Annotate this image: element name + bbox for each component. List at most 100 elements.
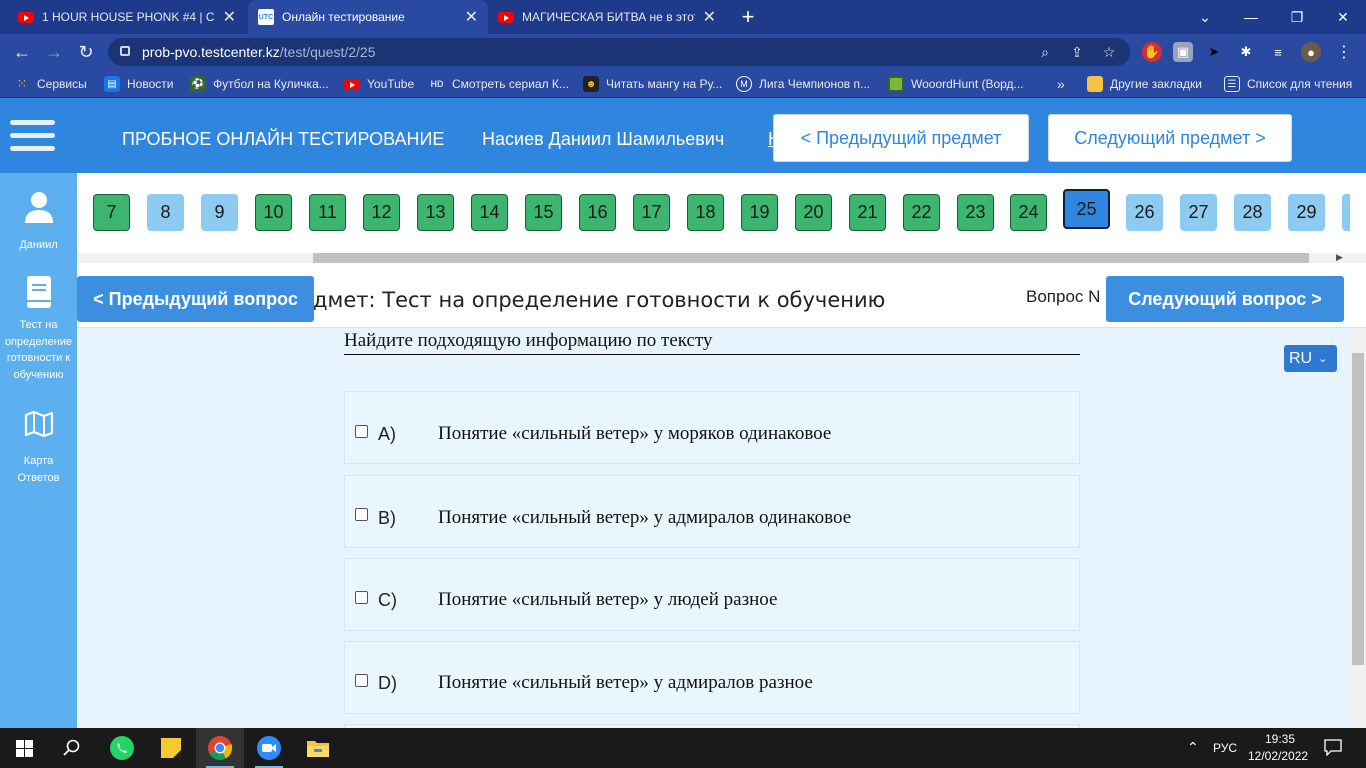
answer-checkbox[interactable] [355, 674, 368, 687]
close-icon[interactable]: ✕ [703, 7, 716, 27]
bookmark-item[interactable]: ⁙ Сервисы [14, 70, 87, 98]
answer-checkbox[interactable] [355, 591, 368, 604]
question-number-button[interactable]: 11 [309, 194, 346, 231]
sidebar-item-test[interactable]: Тест на определение готовности к обучени… [0, 275, 77, 383]
tray-expand-chevron-icon[interactable]: ⌃ [1187, 739, 1199, 756]
question-number-button[interactable]: 9 [201, 194, 238, 231]
file-explorer-icon[interactable] [294, 728, 342, 768]
address-bar[interactable]: prob-pvo.testcenter.kz/test/quest/2/25 ⌕… [108, 38, 1130, 66]
browser-tab-active[interactable]: UTC Онлайн тестирование ✕ [248, 0, 488, 34]
minimize-button[interactable]: — [1228, 0, 1274, 34]
question-number-button[interactable]: 18 [687, 194, 724, 231]
reading-list[interactable]: ☰ Список для чтения [1224, 70, 1352, 98]
forward-button[interactable]: → [40, 38, 68, 66]
adblock-extension-icon[interactable]: ✋ [1142, 42, 1162, 62]
answer-option[interactable]: B) Понятие «сильный ветер» у адмиралов о… [344, 475, 1080, 548]
bookmark-item[interactable]: M Лига Чемпионов п... [736, 70, 870, 98]
back-button[interactable]: ← [8, 38, 36, 66]
share-icon[interactable]: ⇪ [1066, 42, 1088, 62]
other-bookmarks[interactable]: Другие закладки [1087, 70, 1202, 98]
question-number-button[interactable]: 28 [1234, 194, 1271, 231]
bookmark-star-icon[interactable]: ☆ [1098, 42, 1120, 62]
scroll-right-arrow-icon[interactable]: ▶ [1336, 252, 1343, 263]
profile-avatar[interactable]: ● [1301, 42, 1321, 62]
question-number-button[interactable]: 16 [579, 194, 616, 231]
question-number-button[interactable]: 12 [363, 194, 400, 231]
bookmark-item[interactable]: WooordHunt (Ворд... [888, 70, 1024, 98]
question-instruction: Найдите подходящую информацию по тексту [344, 330, 1080, 355]
zoom-icon[interactable] [245, 728, 293, 768]
notifications-icon[interactable] [1324, 738, 1342, 759]
question-number-button[interactable]: 26 [1126, 194, 1163, 231]
extension-icon[interactable]: ▣ [1173, 42, 1193, 62]
question-number-button[interactable]: 7 [93, 194, 130, 231]
question-number-button[interactable]: 8 [147, 194, 184, 231]
question-number-button[interactable]: 23 [957, 194, 994, 231]
extensions-puzzle-icon[interactable]: ✱ [1236, 42, 1256, 62]
question-number-button[interactable]: 24 [1010, 194, 1047, 231]
question-number-button[interactable]: 14 [471, 194, 508, 231]
close-icon[interactable]: ✕ [223, 7, 236, 27]
bookmark-item[interactable]: ▤ Новости [104, 70, 173, 98]
zoom-icon[interactable]: ⌕ [1034, 42, 1056, 62]
sticky-notes-icon[interactable] [147, 728, 195, 768]
bookmark-item[interactable]: ⚽ Футбол на Куличка... [190, 70, 329, 98]
tab-title: 1 HOUR HOUSE PHONK #4 | Сбо [42, 10, 215, 24]
question-number-button[interactable]: 21 [849, 194, 886, 231]
close-window-button[interactable]: ✕ [1320, 0, 1366, 34]
question-number-button[interactable]: 29 [1288, 194, 1325, 231]
answer-checkbox[interactable] [355, 508, 368, 521]
answer-option[interactable]: D) Понятие «сильный ветер» у адмиралов р… [344, 641, 1080, 714]
maximize-button[interactable]: ❐ [1274, 0, 1320, 34]
bookmark-item[interactable]: YouTube [344, 70, 414, 98]
media-control-icon[interactable]: ≡ [1268, 42, 1288, 62]
bookmarks-overflow-button[interactable]: » [1057, 70, 1065, 98]
sidebar-item-user[interactable]: Даниил [0, 191, 77, 254]
bookmark-label: YouTube [367, 77, 415, 91]
sidebar-item-answer-map[interactable]: Карта Ответов [0, 411, 77, 486]
question-number-button[interactable]: 27 [1180, 194, 1217, 231]
clock-time[interactable]: 19:35 [1265, 732, 1295, 746]
previous-question-button[interactable]: < Предыдущий вопрос [77, 276, 314, 322]
question-number-button[interactable]: 15 [525, 194, 562, 231]
question-number-button[interactable]: 20 [795, 194, 832, 231]
horizontal-scrollbar-thumb[interactable] [313, 253, 1309, 263]
language-select[interactable]: RU ⌄ [1284, 345, 1337, 372]
question-number-button[interactable]: 19 [741, 194, 778, 231]
bookmark-item[interactable]: HD Смотреть сериал К... [429, 70, 569, 98]
new-tab-button[interactable]: + [735, 4, 761, 29]
answer-option[interactable]: A) Понятие «сильный ветер» у моряков оди… [344, 391, 1080, 464]
menu-kebab-icon[interactable]: ⋮ [1334, 42, 1354, 62]
browser-toolbar: ← → ↻ prob-pvo.testcenter.kz/test/quest/… [0, 34, 1366, 70]
whatsapp-icon[interactable] [98, 728, 146, 768]
search-icon[interactable] [48, 728, 96, 768]
clock-date[interactable]: 12/02/2022 [1248, 749, 1308, 763]
windows-start-icon[interactable] [0, 728, 48, 768]
chrome-taskbar-icon[interactable] [196, 728, 244, 768]
question-number-button-current[interactable]: 25 [1063, 189, 1110, 229]
question-number-button[interactable]: 17 [633, 194, 670, 231]
next-question-button[interactable]: Следующий вопрос > [1106, 276, 1344, 322]
browser-tab[interactable]: МАГИЧЕСКАЯ БИТВА не в этот р ✕ [488, 0, 726, 34]
book-icon [0, 275, 77, 309]
previous-subject-button[interactable]: < Предыдущий предмет [773, 114, 1029, 162]
windows-taskbar: ⌃ РУС 19:35 12/02/2022 [0, 728, 1366, 768]
vertical-scrollbar-thumb[interactable] [1352, 353, 1364, 665]
bookmark-item[interactable]: ☻ Читать мангу на Ру... [583, 70, 722, 98]
close-icon[interactable]: ✕ [465, 7, 478, 27]
user-icon [0, 191, 77, 225]
question-number-button[interactable]: 13 [417, 194, 454, 231]
reload-button[interactable]: ↻ [72, 38, 100, 66]
answer-checkbox[interactable] [355, 425, 368, 438]
browser-tab[interactable]: 1 HOUR HOUSE PHONK #4 | Сбо ✕ [8, 0, 246, 34]
hamburger-menu-icon[interactable] [10, 120, 55, 154]
bookmark-label: Лига Чемпионов п... [759, 77, 871, 91]
question-number-button[interactable]: 22 [903, 194, 940, 231]
question-number-button[interactable]: 10 [255, 194, 292, 231]
cursor-extension-icon[interactable]: ➤ [1204, 42, 1224, 62]
question-number-button-partial[interactable] [1342, 194, 1350, 231]
next-subject-button[interactable]: Следующий предмет > [1048, 114, 1292, 162]
answer-option[interactable]: C) Понятие «сильный ветер» у людей разно… [344, 558, 1080, 631]
tab-search-icon[interactable]: ⌄ [1182, 0, 1228, 34]
keyboard-language[interactable]: РУС [1213, 741, 1237, 755]
